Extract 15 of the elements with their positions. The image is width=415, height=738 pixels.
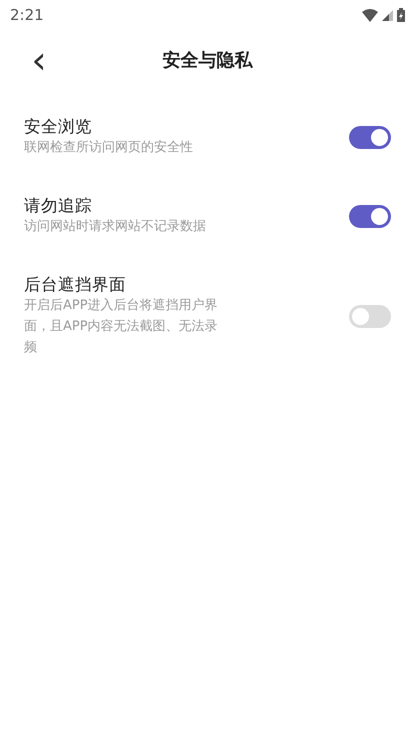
battery-icon [397,8,405,22]
page-title: 安全与隐私 [162,48,252,72]
status-time: 2:21 [10,4,44,26]
back-button[interactable]: ‹ [22,40,56,80]
setting-description: 开启后APP进入后台将遮挡用户界面，且APP内容无法截图、无法录频 [24,297,219,357]
setting-title: 安全浏览 [24,116,93,138]
setting-title: 请勿追踪 [24,195,93,218]
setting-description: 访问网站时请求网站不记录数据 [24,218,207,236]
wifi-icon [362,8,378,22]
toggle-switch[interactable] [349,126,391,150]
signal-icon [382,10,393,20]
toggle-switch[interactable] [349,205,391,228]
setting-description: 联网检查所访问网页的安全性 [24,139,194,158]
toggle-switch[interactable] [349,304,391,328]
setting-title: 后台遮挡界面 [24,274,127,296]
